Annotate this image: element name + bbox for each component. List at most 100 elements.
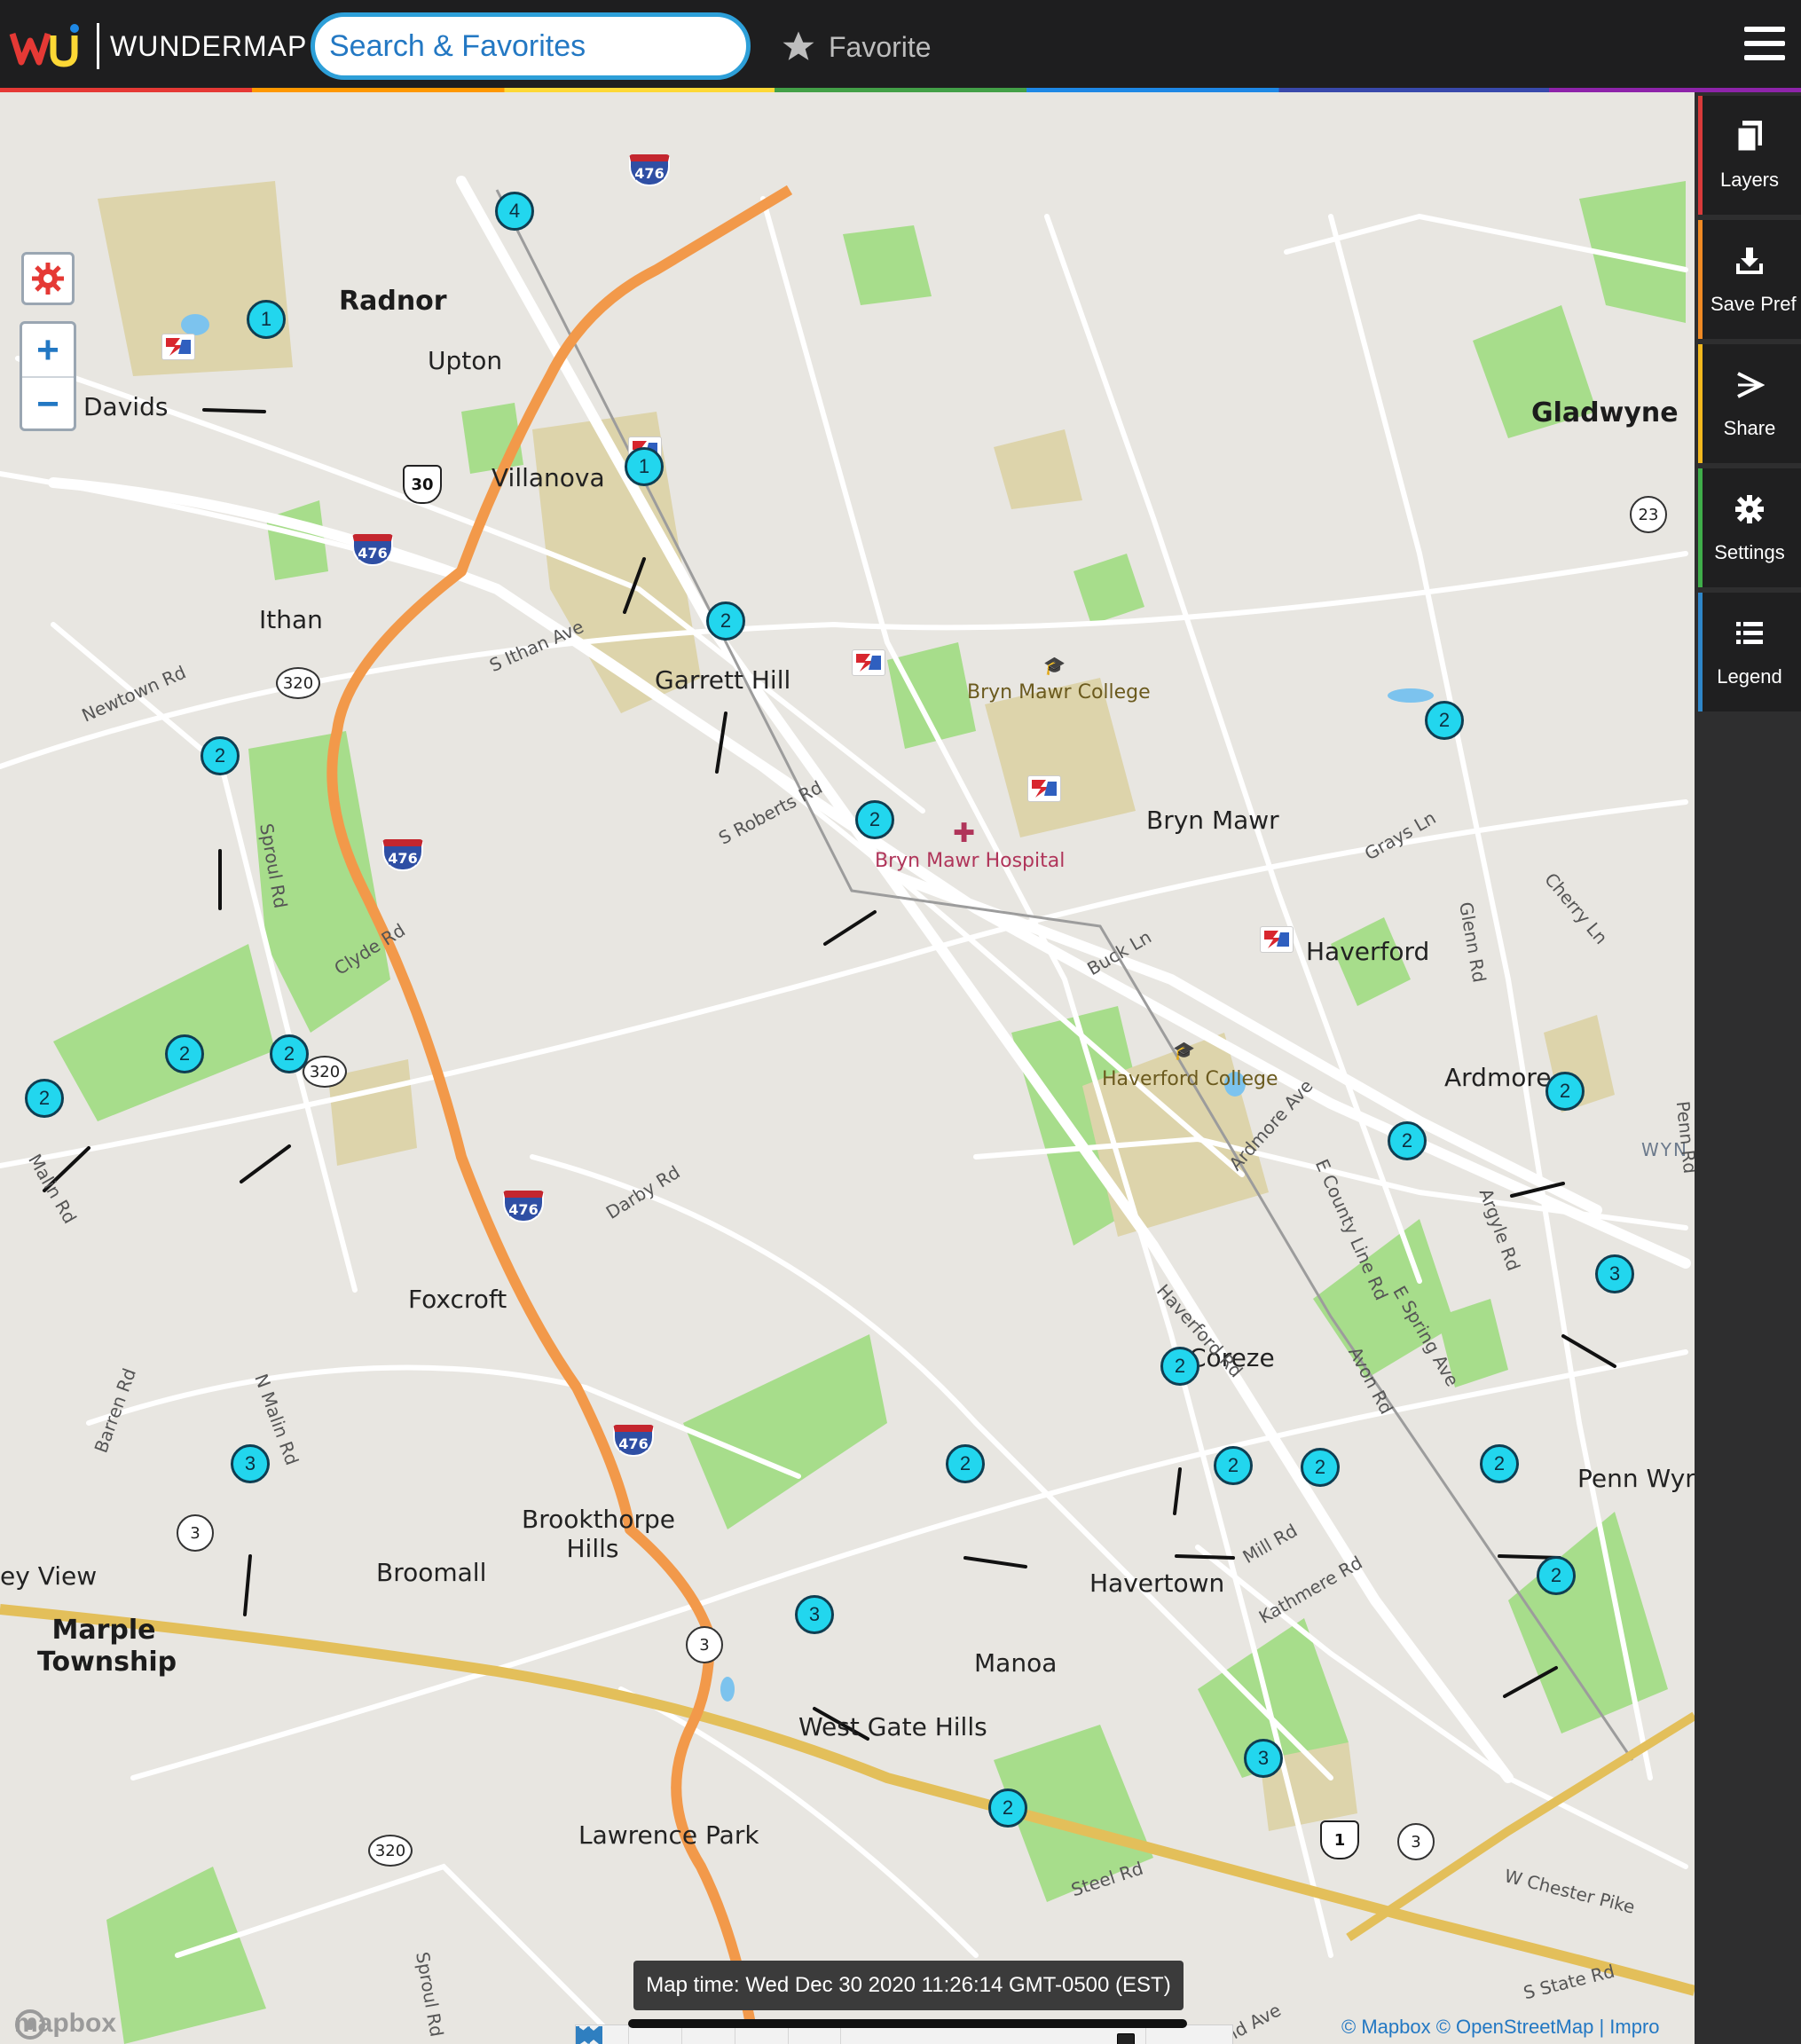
settings-label: Settings [1714,541,1785,563]
weather-station-marker[interactable]: 2 [1388,1121,1427,1160]
top-bar: WUNDERMAP Favorite [0,0,1801,92]
accent-bar [1698,344,1703,463]
layers-button[interactable]: Layers [1698,96,1801,215]
gear-icon [1735,495,1764,523]
place-label: Marple Township [37,1615,177,1678]
side-panel: Layers Save Pref Share Settings Legend [1695,92,1801,2044]
college-label[interactable]: Bryn Mawr College [967,681,1151,704]
legend-button[interactable]: Legend [1698,593,1801,711]
place-label: Bryn Mawr [1146,806,1279,835]
accent-bar [1698,468,1703,587]
share-icon [1737,372,1765,398]
share-button[interactable]: Share [1698,344,1801,463]
map-attribution[interactable]: © Mapbox © OpenStreetMap | Impro [1341,2016,1695,2039]
place-label: Brookthorpe Hills [522,1505,675,1563]
play-button[interactable] [578,2026,735,2044]
septa-station-icon [161,334,195,360]
settings-button[interactable]: Settings [1698,468,1801,587]
skip-forward-icon [578,2026,602,2044]
weather-station-marker[interactable]: 2 [201,736,240,775]
place-label: Lawrence Park [578,1820,759,1850]
weather-station-marker[interactable]: 2 [165,1034,204,1073]
place-label: Ithan [259,605,323,634]
download-icon [1736,248,1763,274]
layers-icon [1735,121,1762,153]
weather-station-marker[interactable]: 2 [1301,1448,1340,1487]
favorite-label: Favorite [829,30,932,63]
place-label: ey View [0,1561,98,1591]
map-canvas[interactable]: Radnor Upton Davids Villanova Ithan Garr… [0,92,1695,2044]
weather-station-marker[interactable]: 3 [231,1444,270,1483]
layers-label: Layers [1719,169,1780,191]
us-route-shield: 1 [1320,1820,1359,1859]
mapbox-logo[interactable]: mapbox [14,2009,116,2040]
hospital-icon: ✚ [953,818,976,849]
speed-select[interactable]: 1x▼ [1144,2027,1232,2044]
place-label: Havertown [1089,1568,1225,1598]
weather-station-marker[interactable]: 2 [706,601,745,641]
radar-gear-icon [32,263,64,295]
state-route-shield: 3 [686,1626,723,1663]
weather-station-marker[interactable]: 3 [1595,1254,1634,1293]
place-label: Villanova [492,463,605,492]
basemap [0,176,1695,2044]
mapbox-mark-icon [15,2009,45,2040]
search-input[interactable] [311,12,751,80]
us-route-shield: 30 [403,465,442,504]
zoom-out-button[interactable]: − [22,378,74,428]
weather-station-marker[interactable]: 2 [1425,701,1464,740]
skip-to-end-button[interactable] [578,2026,842,2044]
septa-station-icon [1027,775,1061,802]
septa-station-icon [852,649,885,676]
place-label: Davids [83,392,169,421]
septa-station-icon [1260,926,1294,953]
home-indicator [628,2019,1187,2028]
place-label: Penn Wynn [1577,1464,1695,1493]
zoom-controls: + − [20,321,76,431]
weather-station-marker[interactable]: 2 [25,1079,64,1118]
save-pref-button[interactable]: Save Pref [1698,220,1801,339]
place-label: Broomall [376,1558,487,1587]
weather-station-marker[interactable]: 2 [1214,1446,1253,1485]
brand-divider [97,23,99,69]
state-route-shield: 23 [1630,496,1667,533]
weather-station-marker[interactable]: 2 [1537,1556,1576,1595]
timeline-handle[interactable] [1116,2033,1135,2044]
state-route-shield: 3 [177,1514,214,1552]
weather-station-marker[interactable]: 3 [1244,1739,1283,1778]
wunderground-logo[interactable] [9,21,85,71]
weather-station-marker[interactable]: 3 [795,1595,834,1634]
place-label: Manoa [974,1648,1058,1678]
weather-station-marker[interactable]: 2 [1160,1347,1199,1386]
weather-station-marker[interactable]: 2 [988,1788,1027,1828]
college-icon: 🎓 [1173,1040,1195,1061]
weather-station-marker[interactable]: 2 [946,1444,985,1483]
step-back-button[interactable] [578,2026,682,2044]
place-label: Radnor [339,286,447,317]
place-label: Upton [428,346,503,375]
state-route-shield: 320 [368,1835,413,1867]
list-icon [1736,622,1763,644]
place-label: Garrett Hill [655,665,791,695]
favorite-button[interactable]: Favorite [779,25,932,69]
brand-name: WUNDERMAP [110,30,308,62]
hospital-label[interactable]: Bryn Mawr Hospital [875,850,1065,872]
radar-toggle-button[interactable] [21,252,75,305]
place-label: Gladwyne [1531,397,1679,428]
legend-label: Legend [1717,665,1782,688]
weather-station-marker[interactable]: 2 [270,1034,309,1073]
state-route-shield: 320 [303,1056,347,1088]
menu-icon[interactable] [1744,27,1785,62]
step-forward-button[interactable] [578,2026,789,2044]
college-label[interactable]: Haverford College [1102,1068,1278,1090]
weather-station-marker[interactable]: 2 [1480,1444,1519,1483]
weather-station-marker[interactable]: 1 [247,300,286,339]
weather-station-marker[interactable]: 2 [855,800,894,839]
weather-station-marker[interactable]: 1 [625,447,664,486]
place-label: Haverford [1306,937,1430,966]
zoom-in-button[interactable]: + [22,324,74,378]
weather-station-marker[interactable]: 4 [495,192,534,231]
place-label: West Gate Hills [798,1712,987,1741]
weather-station-marker[interactable]: 2 [1545,1072,1585,1111]
college-icon: 🎓 [1043,655,1066,676]
